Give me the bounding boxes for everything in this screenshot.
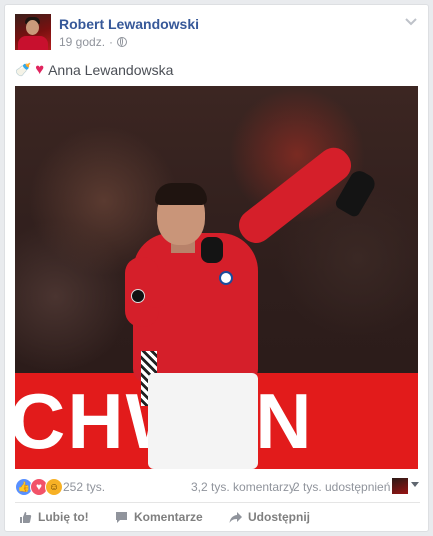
like-label: Lubię to!: [38, 510, 89, 524]
share-icon: [229, 511, 242, 523]
post-photo[interactable]: CHWAN: [15, 86, 418, 469]
thumbs-up-icon: [20, 511, 32, 523]
post-meta: 19 godz. ·: [59, 35, 128, 49]
reactions-row: 👍 ♥ ☺ 252 tys. 3,2 tys. komentarzy 2 tys…: [15, 476, 420, 498]
post-text: 🍼 ♥ Anna Lewandowska: [15, 61, 173, 78]
page-avatar[interactable]: [392, 478, 408, 494]
post-options-chevron-icon[interactable]: [404, 15, 418, 29]
post-timestamp[interactable]: 19 godz.: [59, 35, 105, 49]
tagged-person[interactable]: Anna Lewandowska: [48, 62, 173, 78]
comment-label: Komentarze: [134, 510, 203, 524]
comment-icon: [116, 511, 127, 523]
reactions-count[interactable]: 252 tys.: [63, 480, 105, 494]
post-actions: Lubię to! Komentarze Udostępnij: [15, 506, 420, 530]
baby-bottle-icon: 🍼: [15, 61, 32, 77]
globe-icon[interactable]: [117, 37, 128, 47]
chevron-down-icon[interactable]: [411, 482, 419, 487]
comments-count[interactable]: 3,2 tys. komentarzy: [191, 480, 295, 494]
author-avatar[interactable]: [15, 14, 51, 50]
share-button[interactable]: Udostępnij: [229, 510, 310, 524]
like-button[interactable]: Lubię to!: [19, 510, 89, 524]
post-card: Robert Lewandowski 19 godz. · 🍼 ♥ Anna L…: [4, 4, 429, 532]
haha-reaction-icon: ☺: [45, 478, 63, 496]
divider: [15, 502, 420, 503]
heart-icon: ♥: [35, 61, 45, 78]
shares-count[interactable]: 2 tys. udostępnień: [293, 480, 390, 494]
player-figure: [115, 141, 385, 469]
comment-button[interactable]: Komentarze: [115, 510, 203, 524]
reaction-icons[interactable]: 👍 ♥ ☺: [15, 478, 63, 496]
author-name[interactable]: Robert Lewandowski: [59, 16, 199, 32]
share-label: Udostępnij: [248, 510, 310, 524]
